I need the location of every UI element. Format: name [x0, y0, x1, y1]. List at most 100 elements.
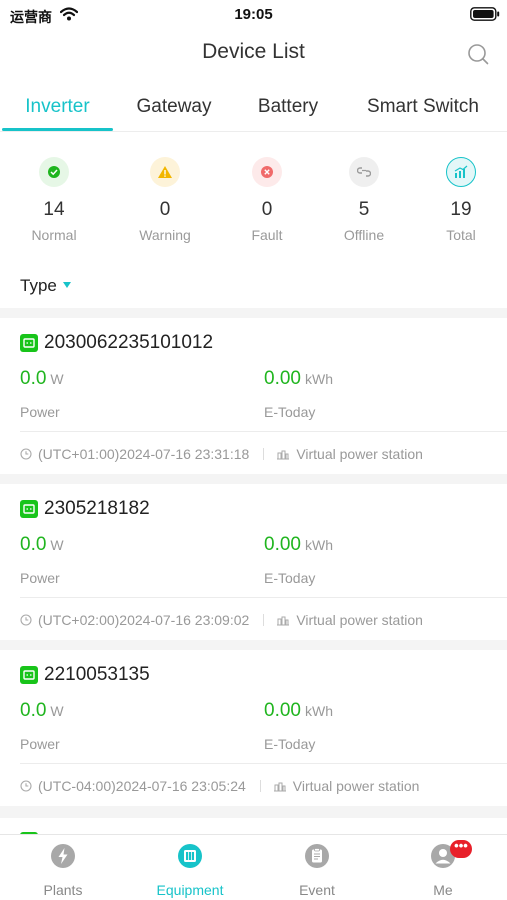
section-divider	[0, 640, 507, 650]
station-name: Virtual power station	[296, 612, 423, 628]
nav-label: Plants	[43, 882, 83, 898]
nav-me[interactable]: ••• Me	[380, 839, 506, 898]
fault-icon	[252, 157, 282, 187]
stat-count: 5	[358, 199, 370, 220]
energy-metric: 0.00 kWh	[264, 700, 333, 722]
stat-count: 14	[43, 199, 65, 220]
stat-normal[interactable]: 14 Normal	[9, 155, 99, 243]
section-divider	[0, 474, 507, 484]
power-value: 0.0	[20, 700, 47, 721]
energy-label: E-Today	[264, 404, 316, 420]
station-name: Virtual power station	[292, 778, 420, 794]
power-unit: W	[50, 371, 64, 387]
nav-label: Equipment	[156, 882, 224, 898]
offline-icon	[349, 157, 379, 187]
section-divider	[0, 806, 507, 818]
tab-battery[interactable]: Battery	[240, 96, 336, 118]
inverter-device-icon	[20, 334, 38, 352]
stat-label: Offline	[343, 227, 385, 243]
active-tab-indicator	[2, 128, 113, 131]
energy-value: 0.00	[264, 368, 301, 389]
tab-inverter[interactable]: Inverter	[2, 96, 113, 118]
power-station-icon	[273, 782, 286, 792]
energy-label: E-Today	[264, 736, 316, 752]
nav-label: Event	[299, 882, 335, 898]
stat-offline[interactable]: 5 Offline	[319, 155, 409, 243]
energy-metric: 0.00 kWh	[264, 534, 333, 556]
page-title: Device List	[202, 40, 305, 63]
power-label: Power	[20, 404, 60, 420]
section-divider	[0, 308, 507, 318]
power-station-icon	[277, 616, 290, 626]
power-unit: W	[50, 537, 64, 553]
stat-label: Normal	[31, 227, 77, 243]
clock-icon	[20, 780, 32, 792]
tab-gateway[interactable]: Gateway	[122, 96, 226, 118]
stat-warning[interactable]: 0 Warning	[120, 155, 210, 243]
inverter-device-icon	[20, 666, 38, 684]
device-serial: 2210053135	[44, 664, 150, 685]
clock-icon	[20, 448, 32, 460]
device-serial: 2030062235101012	[44, 332, 214, 353]
device-card[interactable]: 2210053135 0.0 W 0.00 kWh Power E-Today (U…	[0, 650, 507, 806]
chart-icon	[446, 157, 476, 187]
stat-label: Total	[446, 227, 476, 243]
device-timestamp: (UTC-04:00)2024-07-16 23:05:24	[38, 778, 246, 794]
power-metric: 0.0 W	[20, 534, 64, 556]
battery-icon	[470, 7, 500, 21]
station-name: Virtual power station	[296, 446, 423, 462]
clock-icon	[20, 614, 32, 626]
equipment-icon	[178, 844, 202, 868]
separator	[259, 780, 261, 792]
power-unit: W	[50, 703, 64, 719]
type-filter-label: Type	[20, 276, 57, 295]
search-icon[interactable]	[466, 42, 490, 66]
energy-value: 0.00	[264, 700, 301, 721]
energy-metric: 0.00 kWh	[264, 368, 333, 390]
status-time: 19:05	[234, 6, 273, 23]
energy-unit: kWh	[304, 703, 333, 719]
device-card[interactable]: 2305218182 0.0 W 0.00 kWh Power E-Today (U…	[0, 484, 507, 640]
card-divider	[20, 597, 507, 598]
energy-unit: kWh	[304, 371, 333, 387]
caret-down-icon	[62, 281, 71, 288]
status-bar: 运营商 19:05	[0, 0, 507, 30]
energy-value: 0.00	[264, 534, 301, 555]
card-divider	[20, 431, 507, 432]
separator	[263, 614, 265, 626]
device-serial: 2305218182	[44, 498, 150, 519]
stat-fault[interactable]: 0 Fault	[222, 155, 312, 243]
bolt-icon	[51, 844, 75, 868]
nav-plants[interactable]: Plants	[0, 843, 126, 898]
bottom-tab-bar: Plants Equipment Event ••• Me	[0, 834, 507, 900]
card-divider	[20, 763, 507, 764]
device-card[interactable]: 2030062235101012 0.0 W 0.00 kWh Power E-To…	[0, 318, 507, 474]
device-timestamp: (UTC+02:00)2024-07-16 23:09:02	[38, 612, 250, 628]
warning-icon	[150, 157, 180, 187]
stat-count: 19	[450, 199, 472, 220]
stat-count: 0	[159, 199, 171, 220]
energy-label: E-Today	[264, 570, 316, 586]
tab-smart-switch[interactable]: Smart Switch	[356, 96, 490, 118]
nav-equipment[interactable]: Equipment	[127, 843, 253, 898]
power-metric: 0.0 W	[20, 368, 64, 390]
power-metric: 0.0 W	[20, 700, 64, 722]
type-filter-dropdown[interactable]: Type	[20, 276, 71, 296]
power-label: Power	[20, 570, 60, 586]
stat-total[interactable]: 19 Total	[416, 155, 506, 243]
nav-label: Me	[433, 882, 453, 898]
stat-label: Fault	[251, 227, 283, 243]
check-icon	[39, 157, 69, 187]
power-station-icon	[277, 450, 290, 460]
separator	[263, 448, 265, 460]
energy-unit: kWh	[304, 537, 333, 553]
power-value: 0.0	[20, 534, 47, 555]
inverter-device-icon	[20, 500, 38, 518]
stat-label: Warning	[139, 227, 191, 243]
power-label: Power	[20, 736, 60, 752]
nav-event[interactable]: Event	[254, 843, 380, 898]
stat-count: 0	[261, 199, 273, 220]
device-timestamp: (UTC+01:00)2024-07-16 23:31:18	[38, 446, 250, 462]
power-value: 0.0	[20, 368, 47, 389]
device-type-tabs: Inverter Gateway Battery Smart Switch	[0, 88, 507, 132]
